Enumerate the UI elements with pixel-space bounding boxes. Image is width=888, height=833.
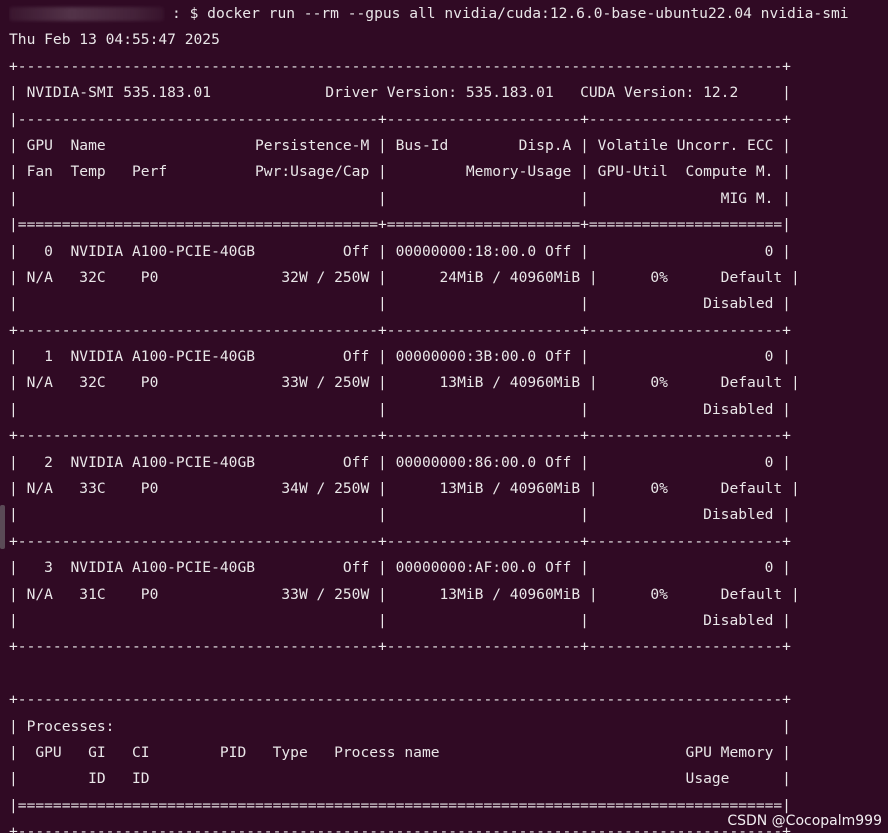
output-line: | NVIDIA-SMI 535.183.01 Driver Version: …: [9, 84, 791, 102]
terminal-window[interactable]: : $ docker run --rm --gpus all nvidia/cu…: [9, 1, 884, 833]
output-line: +---------------------------------------…: [9, 427, 791, 445]
output-line: | N/A 33C P0 34W / 250W | 13MiB / 40960M…: [9, 480, 800, 498]
output-line: +---------------------------------------…: [9, 321, 791, 339]
terminal-output: Thu Feb 13 04:55:47 2025 +---------------…: [9, 27, 884, 833]
output-line: | 0 NVIDIA A100-PCIE-40GB Off | 00000000…: [9, 242, 791, 260]
output-line: | | | Disabled |: [9, 506, 791, 524]
output-line: |---------------------------------------…: [9, 110, 791, 128]
output-line: | 1 NVIDIA A100-PCIE-40GB Off | 00000000…: [9, 348, 791, 366]
output-line: | N/A 32C P0 32W / 250W | 24MiB / 40960M…: [9, 268, 800, 286]
watermark: CSDN @Cocopalm999: [727, 813, 882, 829]
output-line: +---------------------------------------…: [9, 532, 791, 550]
output-line: | ID ID Usage |: [9, 770, 791, 788]
command-line: : $ docker run --rm --gpus all nvidia/cu…: [9, 1, 884, 27]
output-line: | N/A 31C P0 33W / 250W | 13MiB / 40960M…: [9, 585, 800, 603]
output-line: | GPU Name Persistence-M | Bus-Id Disp.A…: [9, 136, 791, 154]
output-line: | 3 NVIDIA A100-PCIE-40GB Off | 00000000…: [9, 559, 791, 577]
output-line: | | | MIG M. |: [9, 189, 791, 207]
command-text: docker run --rm --gpus all nvidia/cuda:1…: [207, 5, 849, 22]
output-line: | Fan Temp Perf Pwr:Usage/Cap | Memory-U…: [9, 163, 791, 181]
output-line: | GPU GI CI PID Type Process name GPU Me…: [9, 743, 791, 761]
output-line: | N/A 32C P0 33W / 250W | 13MiB / 40960M…: [9, 374, 800, 392]
output-line: Thu Feb 13 04:55:47 2025: [9, 31, 220, 49]
output-line: |=======================================…: [9, 216, 791, 234]
output-line: | | | Disabled |: [9, 295, 791, 313]
output-line: +---------------------------------------…: [9, 691, 791, 709]
scrollbar-thumb[interactable]: [0, 505, 5, 549]
prompt-user-redacted: [9, 7, 164, 21]
prompt-symbol: : $: [172, 5, 208, 22]
output-line: +---------------------------------------…: [9, 57, 791, 75]
output-line: | Processes: |: [9, 717, 791, 735]
output-line: | | | Disabled |: [9, 400, 791, 418]
output-line: | | | Disabled |: [9, 611, 791, 629]
output-line: +---------------------------------------…: [9, 638, 791, 656]
output-line: | 2 NVIDIA A100-PCIE-40GB Off | 00000000…: [9, 453, 791, 471]
